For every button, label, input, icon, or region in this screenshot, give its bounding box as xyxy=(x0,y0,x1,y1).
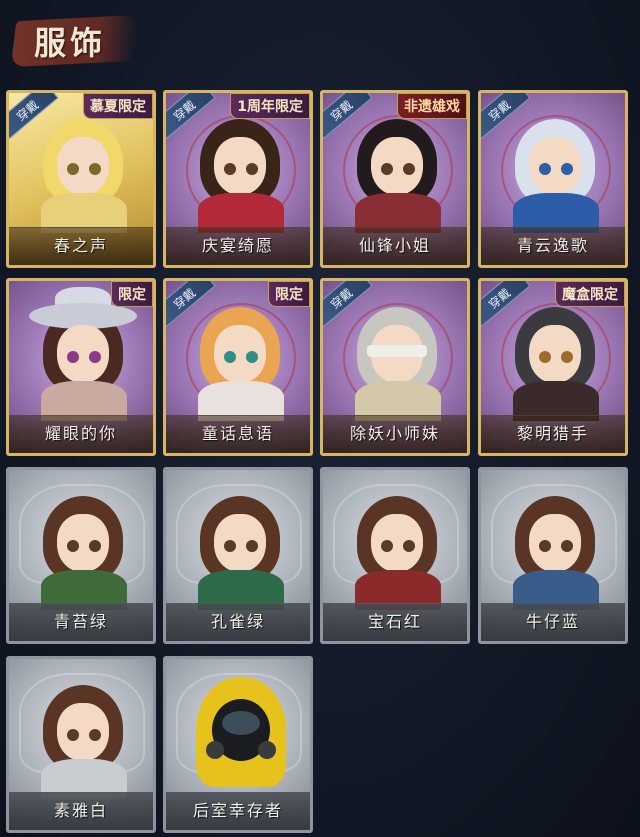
costume-card-qing-tai-lv[interactable]: 青苔绿 xyxy=(6,467,156,644)
costume-card-tong-hua-xi-yu[interactable]: 穿戴 限定 童话息语 xyxy=(163,278,313,456)
limited-badge: 慕夏限定 xyxy=(83,93,153,119)
costume-card-qing-yun-yi-ge[interactable]: 穿戴 青云逸歌 xyxy=(478,90,628,268)
costume-name: 童话息语 xyxy=(201,424,274,443)
character-portrait xyxy=(166,470,310,610)
header: 服饰 xyxy=(0,0,640,80)
costume-card-chun-zhi-sheng[interactable]: 穿戴 慕夏限定 春之声 xyxy=(6,90,156,268)
costume-name: 仙锋小姐 xyxy=(358,236,431,255)
costume-name: 除妖小师妹 xyxy=(349,424,440,443)
costume-name: 青苔绿 xyxy=(53,612,108,631)
costume-card-bao-shi-hong[interactable]: 宝石红 xyxy=(320,467,470,644)
costume-name: 孔雀绿 xyxy=(210,612,265,631)
costume-name: 春之声 xyxy=(53,236,108,255)
costume-card-li-ming-lie-shou[interactable]: 穿戴 魔盒限定 黎明猎手 xyxy=(478,278,628,456)
character-portrait xyxy=(323,470,467,610)
character-portrait xyxy=(9,659,153,799)
costume-card-qing-yan-qi-yuan[interactable]: 穿戴 1周年限定 庆宴绮愿 xyxy=(163,90,313,268)
costume-name: 宝石红 xyxy=(367,612,422,631)
character-portrait xyxy=(481,470,625,610)
costume-name: 青云逸歌 xyxy=(516,236,589,255)
costume-name: 牛仔蓝 xyxy=(525,612,580,631)
costume-name: 庆宴绮愿 xyxy=(201,236,274,255)
limited-badge: 1周年限定 xyxy=(230,93,310,119)
costume-name: 黎明猎手 xyxy=(516,424,589,443)
costume-name: 后室幸存者 xyxy=(192,801,283,820)
limited-badge: 魔盒限定 xyxy=(555,281,625,307)
costume-name: 耀眼的你 xyxy=(44,424,117,443)
costume-card-hou-shi-xing-cun-zhe[interactable]: 后室幸存者 xyxy=(163,656,313,833)
limited-badge: 限定 xyxy=(268,281,310,307)
costume-name: 素雅白 xyxy=(53,801,108,820)
costume-card-kong-que-lv[interactable]: 孔雀绿 xyxy=(163,467,313,644)
page-title: 服饰 xyxy=(34,24,107,62)
limited-badge: 非遗雄戏 xyxy=(397,93,467,119)
character-portrait xyxy=(166,659,310,799)
costume-card-niu-zai-lan[interactable]: 牛仔蓝 xyxy=(478,467,628,644)
costume-card-chu-yao-xiao-shi-mei[interactable]: 穿戴 除妖小师妹 xyxy=(320,278,470,456)
costume-card-xian-feng-xiao-jie[interactable]: 穿戴 非遗雄戏 仙锋小姐 xyxy=(320,90,470,268)
costume-card-yao-yan-de-ni[interactable]: 限定 耀眼的你 xyxy=(6,278,156,456)
limited-badge: 限定 xyxy=(111,281,153,307)
costume-card-su-ya-bai[interactable]: 素雅白 xyxy=(6,656,156,833)
character-portrait xyxy=(9,470,153,610)
